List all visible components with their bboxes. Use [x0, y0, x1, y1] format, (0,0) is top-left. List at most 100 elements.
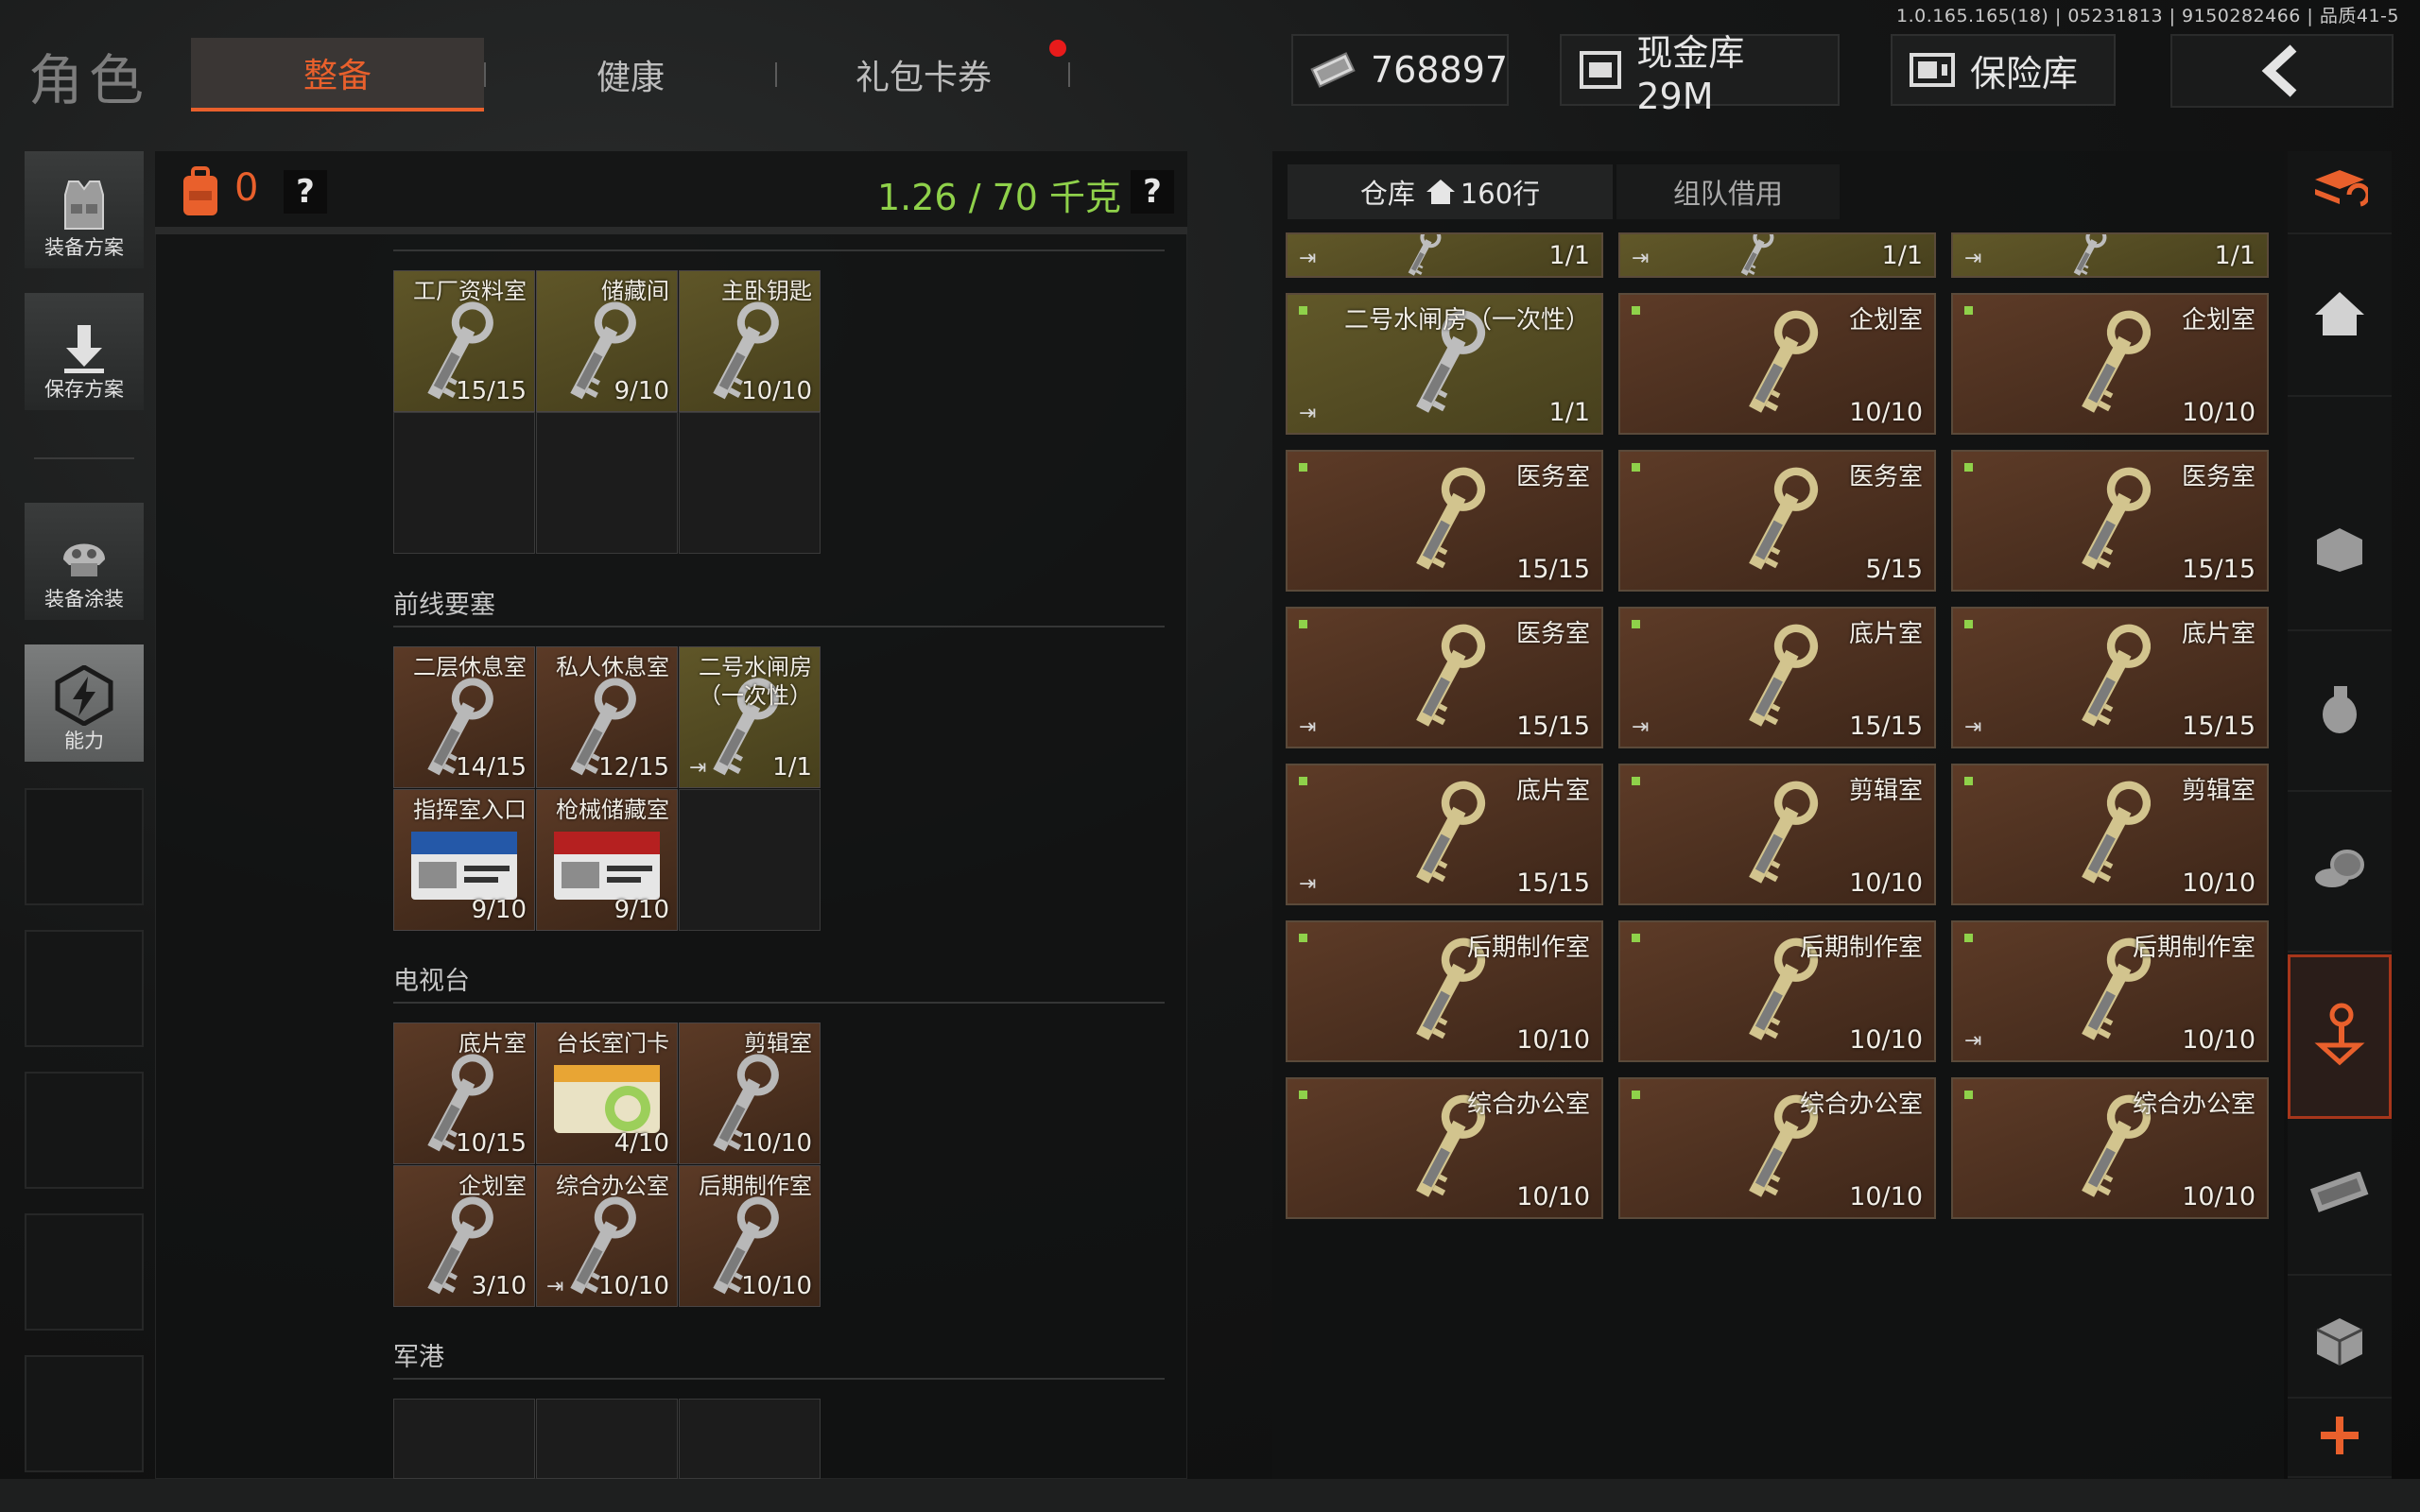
section-title: 前线要塞	[393, 591, 495, 620]
warehouse-slot[interactable]: 企划室 10/10	[1618, 293, 1936, 435]
equipment-slot[interactable]	[393, 412, 535, 554]
tab-gift-coupons[interactable]: 礼包卡券	[777, 38, 1070, 112]
warehouse-slot[interactable]: 底片室 15/15 ⇥	[1951, 607, 2269, 748]
equipment-slot[interactable]: 主卧钥匙 10/10	[679, 270, 821, 412]
warehouse-slot[interactable]: 底片室 15/15 ⇥	[1618, 607, 1936, 748]
item-count: 10/10	[2182, 398, 2256, 427]
ability-button[interactable]: 能力	[25, 644, 144, 762]
item-name: 二号水闸房（一次性）	[1343, 306, 1590, 335]
category-cash[interactable]	[2288, 1115, 2392, 1276]
warehouse-slot[interactable]: 综合办公室 10/10	[1618, 1077, 1936, 1219]
rail-label: 装备方案	[44, 236, 124, 259]
exit-icon: ⇥	[1299, 247, 1317, 270]
warehouse-slot[interactable]: 1/1 ⇥	[1286, 232, 1603, 278]
warehouse-slot[interactable]: 底片室 15/15 ⇥	[1286, 764, 1603, 905]
warehouse-slot[interactable]: 综合办公室 10/10	[1286, 1077, 1603, 1219]
new-indicator	[1964, 463, 1973, 472]
warehouse-slot[interactable]: 后期制作室 10/10 ⇥	[1951, 920, 2269, 1062]
back-button[interactable]	[2170, 34, 2394, 108]
equipment-slot[interactable]	[393, 1399, 535, 1479]
item-count: 10/15	[456, 1129, 527, 1158]
exit-icon: ⇥	[1299, 872, 1317, 896]
warehouse-slot[interactable]: 二号水闸房（一次性） 1/1 ⇥	[1286, 293, 1603, 435]
item-name: 二层休息室	[413, 654, 527, 680]
warehouse-slot[interactable]: 综合办公室 10/10	[1951, 1077, 2269, 1219]
page-title: 角色	[28, 48, 150, 112]
item-name: 指挥室入口	[413, 797, 527, 823]
equipment-slot[interactable]: 台长室门卡 4/10	[536, 1022, 678, 1164]
rail-label: 保存方案	[44, 378, 124, 401]
loadout-plan-button[interactable]: 装备方案	[25, 151, 144, 268]
warehouse-slot[interactable]: 后期制作室 10/10	[1618, 920, 1936, 1062]
exit-icon: ⇥	[1299, 715, 1317, 739]
item-count: 3/10	[471, 1272, 527, 1300]
equipment-slot[interactable]	[536, 412, 678, 554]
category-coins[interactable]	[2288, 792, 2392, 953]
equipment-slot[interactable]	[679, 789, 821, 931]
tab-prepare[interactable]: 整备	[191, 38, 484, 112]
equipment-slot[interactable]: 工厂资料室 15/15	[393, 270, 535, 412]
warehouse-slot[interactable]: 医务室 5/15	[1618, 450, 1936, 592]
warehouse-slot[interactable]: 1/1 ⇥	[1951, 232, 2269, 278]
tab-warehouse[interactable]: 仓库 160行	[1288, 164, 1613, 219]
category-grenade[interactable]	[2288, 631, 2392, 792]
equipment-slot[interactable]: 后期制作室 10/10	[679, 1165, 821, 1307]
warehouse-slot[interactable]: 医务室 15/15	[1951, 450, 2269, 592]
warehouse-slot[interactable]: 医务室 15/15 ⇥	[1286, 607, 1603, 748]
warehouse-slot[interactable]: 剪辑室 10/10	[1951, 764, 2269, 905]
warehouse-slot[interactable]: 1/1 ⇥	[1618, 232, 1936, 278]
category-armor[interactable]	[2288, 471, 2392, 631]
warehouse-slot[interactable]: 医务室 15/15	[1286, 450, 1603, 592]
item-name: 综合办公室	[556, 1173, 669, 1199]
help-button[interactable]: ?	[284, 170, 327, 214]
new-indicator	[1299, 1091, 1307, 1099]
box-icon	[2313, 1314, 2366, 1371]
item-name: 剪辑室	[744, 1030, 812, 1057]
equipment-slot[interactable]: 枪械储藏室 9/10	[536, 789, 678, 931]
item-count: 9/10	[614, 377, 669, 405]
equipment-slot[interactable]	[679, 412, 821, 554]
category-plus[interactable]	[2288, 1399, 2392, 1478]
exit-icon: ⇥	[1632, 715, 1650, 739]
equipment-slot[interactable]	[679, 1399, 821, 1479]
equipment-slot[interactable]: 储藏间 9/10	[536, 270, 678, 412]
item-name: 剪辑室	[2181, 777, 2256, 805]
item-name: 企划室	[2181, 306, 2256, 335]
weight-help-button[interactable]: ?	[1131, 170, 1174, 214]
new-indicator	[1964, 620, 1973, 628]
equipment-slot[interactable]	[536, 1399, 678, 1479]
lightning-icon	[55, 665, 113, 726]
equipment-slot[interactable]: 综合办公室 10/10 ⇥	[536, 1165, 678, 1307]
category-box[interactable]	[2288, 1289, 2392, 1399]
home-icon	[1426, 180, 1455, 204]
category-sort[interactable]	[2288, 151, 2392, 234]
backpack-icon	[183, 166, 217, 215]
warehouse-slot[interactable]: 后期制作室 10/10	[1286, 920, 1603, 1062]
equipment-slot[interactable]: 二号水闸房 （一次性） 1/1 ⇥	[679, 646, 821, 788]
cash-vault-button[interactable]: 现金库 29M	[1560, 32, 1840, 117]
warehouse-slot[interactable]: 剪辑室 10/10	[1618, 764, 1936, 905]
equipment-slot[interactable]: 剪辑室 10/10	[679, 1022, 821, 1164]
category-key[interactable]	[2288, 954, 2392, 1119]
warehouse-slot[interactable]: 企划室 10/10	[1951, 293, 2269, 435]
new-indicator	[1632, 1091, 1640, 1099]
key-icon	[1401, 463, 1491, 586]
safe-button[interactable]: 保险库	[1891, 34, 2116, 106]
equipment-slot[interactable]: 企划室 3/10	[393, 1165, 535, 1307]
bottom-bar	[0, 1479, 2420, 1512]
item-count: 12/15	[598, 753, 669, 782]
category-home[interactable]	[2288, 236, 2392, 397]
save-plan-button[interactable]: 保存方案	[25, 293, 144, 410]
equipment-slot[interactable]: 二层休息室 14/15	[393, 646, 535, 788]
tab-health[interactable]: 健康	[484, 38, 777, 112]
item-name: 综合办公室	[1799, 1091, 1923, 1119]
equipment-slot[interactable]: 底片室 10/15	[393, 1022, 535, 1164]
tab-team-borrow[interactable]: 组队借用	[1616, 164, 1840, 219]
equipment-slot[interactable]: 指挥室入口 9/10	[393, 789, 535, 931]
helmet-icon	[63, 543, 105, 576]
item-name: 后期制作室	[699, 1173, 812, 1199]
cash-vault-icon	[1577, 51, 1623, 89]
equipment-skin-button[interactable]: 装备涂装	[25, 503, 144, 620]
equipment-slot[interactable]: 私人休息室 12/15	[536, 646, 678, 788]
sort-icon	[2311, 166, 2371, 217]
